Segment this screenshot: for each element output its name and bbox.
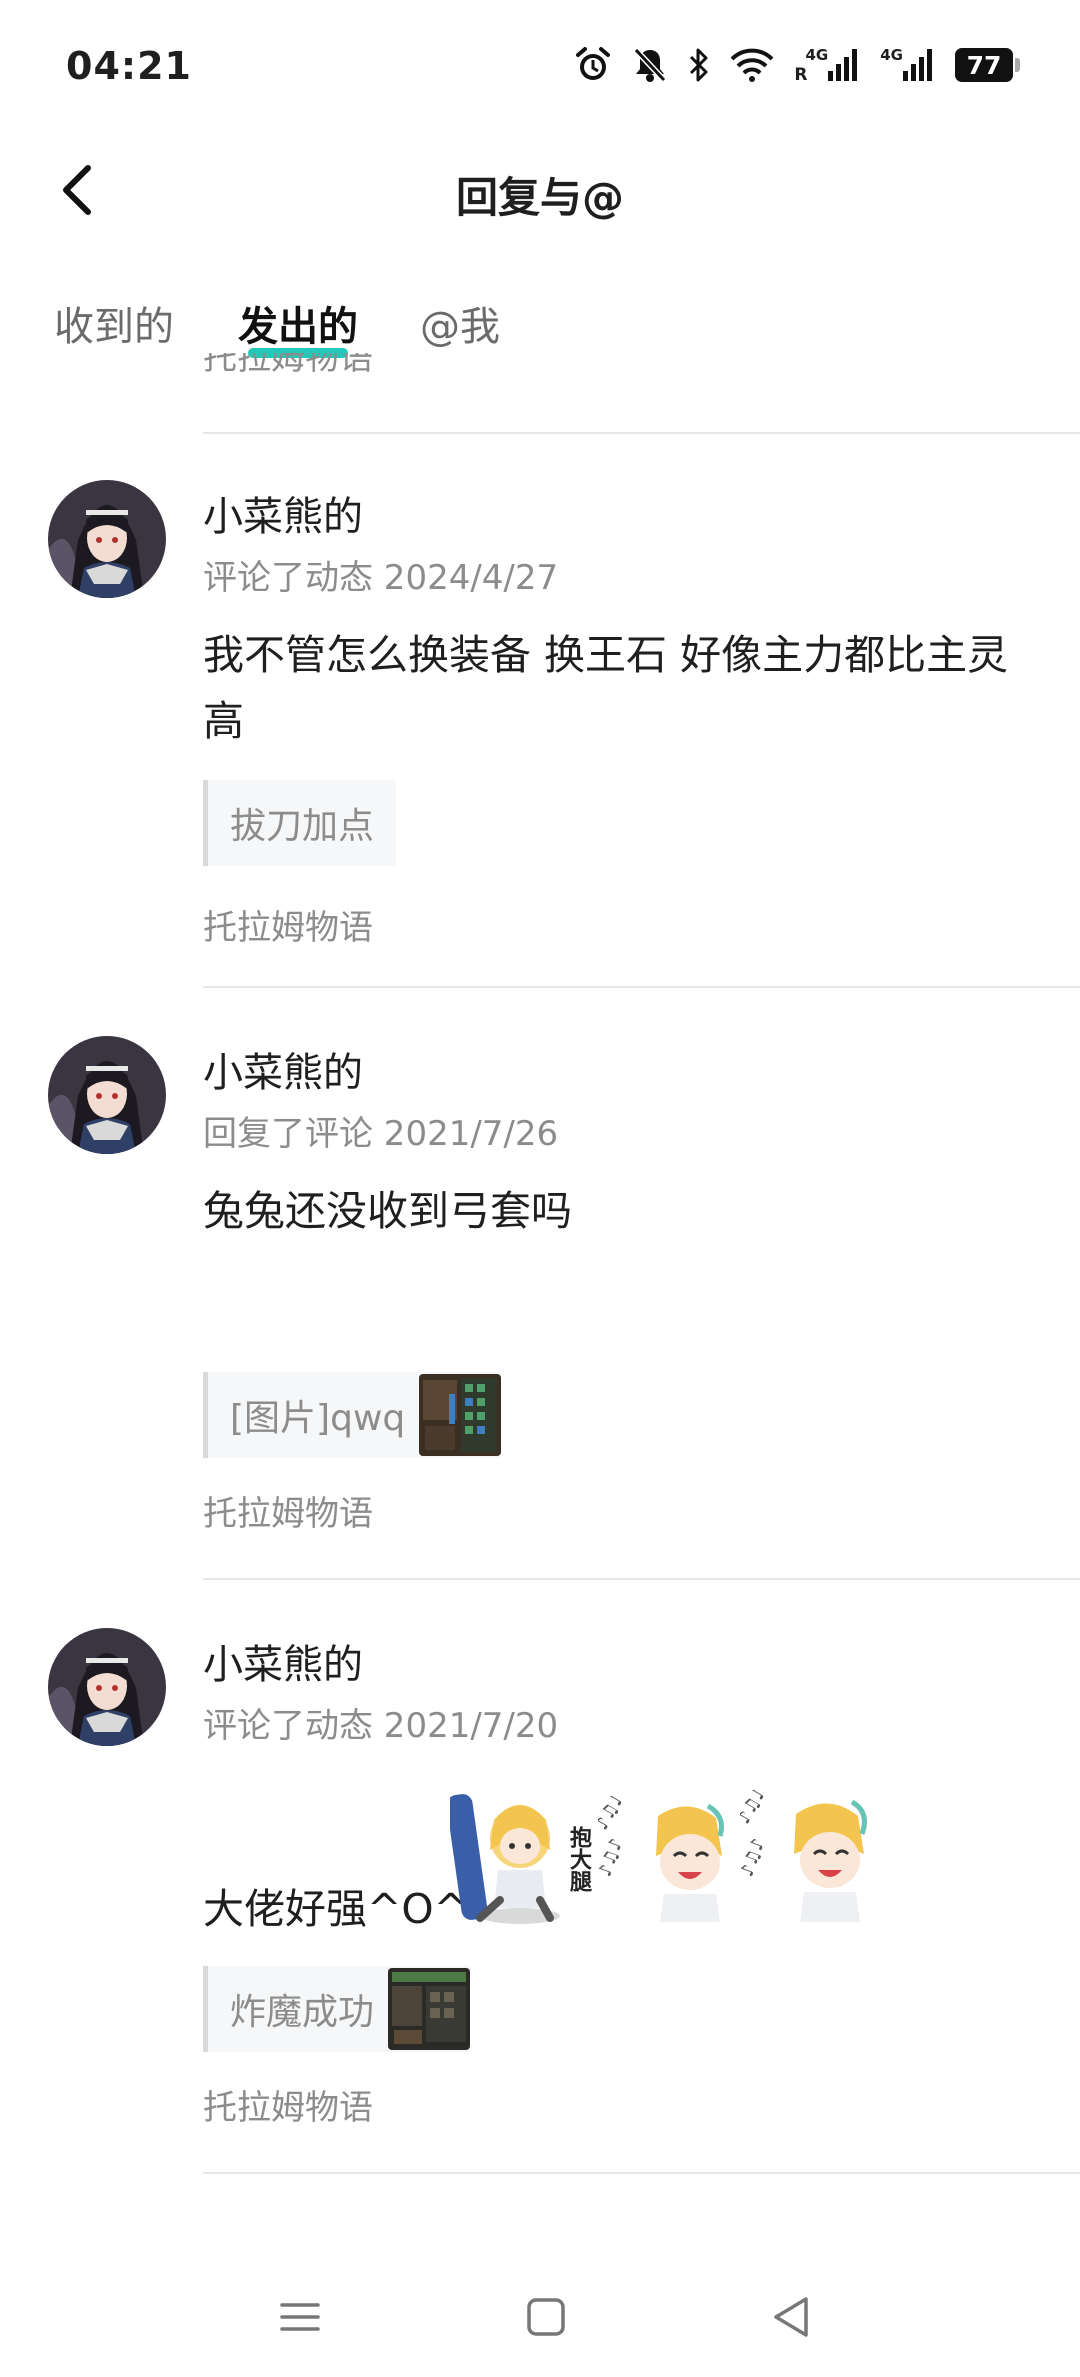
sticker-caption: 抱大腿 — [566, 1826, 591, 1892]
signal-icon — [901, 47, 935, 83]
divider — [203, 986, 1080, 988]
battery-level: 77 — [955, 48, 1013, 82]
menu-icon — [270, 2303, 330, 2351]
svg-text:♪♫♪: ♪♫♪ — [598, 1836, 627, 1880]
tab-mentions[interactable]: @我 — [420, 294, 500, 352]
network-label-2: 4G — [880, 46, 903, 64]
bluetooth-icon — [688, 46, 710, 84]
username[interactable]: 小菜熊的 — [203, 1040, 363, 1098]
system-back-button[interactable] — [762, 2287, 822, 2347]
quoted-post[interactable]: 炸魔成功 — [203, 1966, 471, 2052]
divider — [203, 432, 1080, 434]
bell-off-icon — [632, 46, 668, 84]
source-game-label[interactable]: 托拉姆物语 — [203, 900, 373, 949]
status-bar: 04:21 R 4G 4G 77 — [0, 0, 1080, 130]
divider — [203, 2172, 1080, 2174]
battery-icon: 77 — [955, 48, 1020, 82]
tab-received[interactable]: 收到的 — [54, 294, 174, 352]
source-game-label[interactable]: 托拉姆物语 — [203, 2080, 373, 2129]
header: 回复与@ — [0, 140, 1080, 240]
clipped-source-label[interactable]: 托拉姆物语 — [203, 353, 373, 389]
tab-sent-label: 发出的 — [238, 304, 358, 350]
avatar[interactable] — [48, 480, 166, 598]
avatar[interactable] — [48, 1628, 166, 1746]
back-triangle-icon — [762, 2297, 822, 2351]
quoted-post-text: [图片]qwq — [230, 1398, 406, 1439]
signal-group-2: 4G — [880, 46, 935, 83]
status-time: 04:21 — [66, 44, 192, 88]
quoted-post[interactable]: [图片]qwq — [203, 1372, 502, 1458]
quoted-post-text: 拔刀加点 — [230, 806, 375, 847]
sticker-laughing-1[interactable]: ♪♫♪ ♪♫♪ — [591, 1789, 738, 1926]
quoted-post-text: 炸魔成功 — [230, 1992, 375, 2033]
item-meta: 回复了评论 2021/7/26 — [203, 1114, 559, 1154]
menu-button[interactable] — [270, 2287, 330, 2347]
avatar[interactable] — [48, 1036, 166, 1154]
comment-text[interactable]: 大佬好强^O^ — [203, 1876, 473, 1942]
item-meta: 评论了动态 2021/7/20 — [203, 1706, 559, 1746]
quoted-post[interactable]: 拔刀加点 — [203, 780, 397, 866]
roaming-label: R — [794, 65, 808, 85]
signal-group-1: R 4G — [794, 46, 860, 85]
item-meta: 评论了动态 2024/4/27 — [203, 558, 559, 598]
quoted-image-thumbnail — [419, 1374, 502, 1456]
comment-text[interactable]: 我不管怎么换装备 换王石 好像主力都比主灵高 — [203, 622, 1033, 754]
source-game-label[interactable]: 托拉姆物语 — [203, 1486, 373, 1535]
svg-text:♪♫♪: ♪♫♪ — [740, 1836, 769, 1880]
status-icons: R 4G 4G 77 — [574, 42, 1020, 88]
username[interactable]: 小菜熊的 — [203, 484, 363, 542]
home-square-icon — [516, 2298, 576, 2351]
svg-text:♪♫♪: ♪♫♪ — [598, 1796, 629, 1834]
username[interactable]: 小菜熊的 — [203, 1632, 363, 1690]
comment-text[interactable]: 兔兔还没收到弓套吗 — [203, 1178, 1033, 1244]
tab-bar: 收到的 发出的 @我 — [0, 290, 1080, 370]
signal-icon — [826, 47, 860, 83]
network-label-1: 4G — [805, 46, 829, 64]
tab-sent[interactable]: 发出的 — [238, 294, 358, 358]
svg-text:♪♫♪: ♪♫♪ — [740, 1790, 771, 1828]
system-nav-bar — [0, 2257, 1080, 2377]
page-title: 回复与@ — [455, 173, 624, 222]
quoted-image-thumbnail — [388, 1968, 471, 2050]
sticker-laughing-2[interactable]: ♪♫♪ ♪♫♪ — [733, 1783, 880, 1926]
wifi-icon — [730, 47, 774, 83]
home-button[interactable] — [516, 2287, 576, 2347]
divider — [203, 1578, 1080, 1580]
sticker-hug-leg[interactable]: 抱大腿 — [446, 1790, 591, 1930]
alarm-icon — [574, 46, 612, 84]
